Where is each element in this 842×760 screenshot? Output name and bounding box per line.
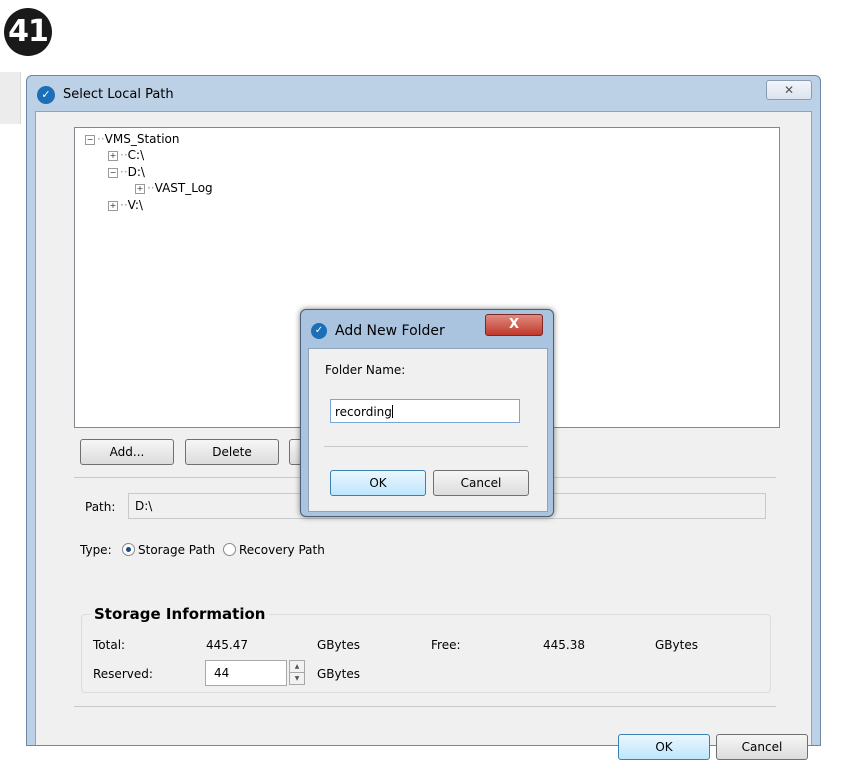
type-label: Type: bbox=[80, 543, 112, 557]
recovery-path-radio[interactable]: Recovery Path bbox=[223, 543, 325, 557]
total-value: 445.47 bbox=[206, 638, 248, 652]
tree-node-label: C:\ bbox=[127, 148, 145, 162]
separator bbox=[324, 446, 528, 447]
storage-path-radio[interactable]: Storage Path bbox=[122, 543, 215, 557]
tree-node-label: VAST_Log bbox=[154, 181, 213, 195]
expand-icon[interactable]: + bbox=[108, 200, 118, 211]
add-button[interactable]: Add... bbox=[80, 439, 174, 465]
reserved-unit: GBytes bbox=[317, 667, 360, 681]
reserved-value[interactable]: 44 bbox=[214, 666, 229, 680]
ok-button[interactable]: OK bbox=[618, 734, 710, 760]
tree-node-d-drive[interactable]: − ··D:\ bbox=[108, 165, 145, 179]
text-caret bbox=[391, 405, 393, 418]
vivotek-logo-icon: ✓ bbox=[311, 323, 327, 339]
dialog-ok-button[interactable]: OK bbox=[330, 470, 426, 496]
spin-down-icon[interactable]: ▼ bbox=[289, 672, 305, 685]
window-title-bar[interactable]: ✓ Select Local Path ✕ bbox=[27, 76, 820, 110]
radio-unselected-icon[interactable] bbox=[223, 543, 236, 556]
window-close-button[interactable]: ✕ bbox=[766, 80, 812, 100]
tree-node-v-drive[interactable]: + ··V:\ bbox=[108, 198, 143, 212]
tree-node-c-drive[interactable]: + ··C:\ bbox=[108, 148, 144, 162]
collapse-icon[interactable]: − bbox=[85, 134, 95, 145]
folder-name-label: Folder Name: bbox=[325, 363, 406, 377]
cancel-button[interactable]: Cancel bbox=[716, 734, 808, 760]
tree-node-label: VMS_Station bbox=[104, 132, 180, 146]
folder-name-value[interactable]: recording bbox=[335, 405, 392, 419]
dialog-cancel-button[interactable]: Cancel bbox=[433, 470, 529, 496]
window-title: Select Local Path bbox=[63, 87, 174, 102]
tree-node-vms-station[interactable]: − ··VMS_Station bbox=[85, 132, 179, 146]
expand-icon[interactable]: + bbox=[135, 183, 145, 194]
separator bbox=[74, 706, 776, 707]
tree-node-vast-log[interactable]: + ··VAST_Log bbox=[135, 181, 213, 195]
storage-information-title: Storage Information bbox=[90, 605, 270, 623]
collapse-icon[interactable]: − bbox=[108, 167, 118, 178]
tree-node-label: V:\ bbox=[127, 198, 143, 212]
tree-node-label: D:\ bbox=[127, 165, 145, 179]
radio-selected-icon[interactable] bbox=[122, 543, 135, 556]
dialog-close-button[interactable]: X bbox=[485, 314, 543, 336]
path-value: D:\ bbox=[135, 499, 153, 513]
storage-information-group: Storage Information Total: 445.47 GBytes… bbox=[81, 605, 771, 693]
free-unit: GBytes bbox=[655, 638, 698, 652]
total-label: Total: bbox=[93, 638, 126, 652]
vivotek-logo-icon: ✓ bbox=[37, 86, 55, 104]
free-value: 445.38 bbox=[543, 638, 585, 652]
dialog-client-area: Folder Name: recording OK Cancel bbox=[308, 348, 548, 512]
reserved-input[interactable]: 44 bbox=[205, 660, 287, 686]
expand-icon[interactable]: + bbox=[108, 150, 118, 161]
storage-path-label: Storage Path bbox=[138, 543, 216, 557]
dialog-title: Add New Folder bbox=[335, 323, 445, 339]
folder-name-input[interactable]: recording bbox=[330, 399, 520, 423]
path-label: Path: bbox=[85, 500, 116, 514]
delete-button[interactable]: Delete bbox=[185, 439, 279, 465]
add-new-folder-dialog: ✓ Add New Folder X Folder Name: recordin… bbox=[300, 309, 554, 517]
free-label: Free: bbox=[431, 638, 461, 652]
step-number-badge: 41 bbox=[4, 8, 52, 56]
recovery-path-label: Recovery Path bbox=[239, 543, 325, 557]
reserved-label: Reserved: bbox=[93, 667, 153, 681]
total-unit: GBytes bbox=[317, 638, 360, 652]
background-window-edge bbox=[0, 72, 21, 124]
